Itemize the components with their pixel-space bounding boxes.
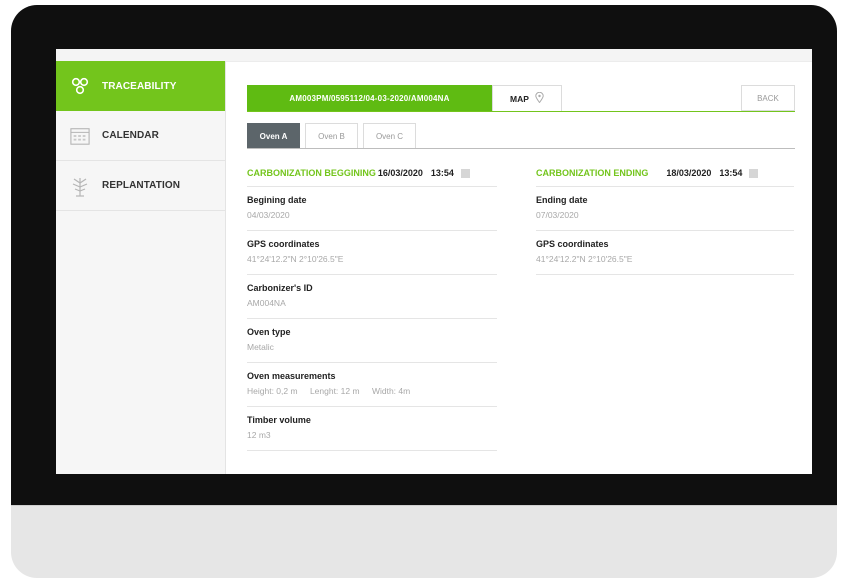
tab-oven-b[interactable]: Oven B bbox=[305, 123, 358, 148]
oven-tabs: Oven A Oven B Oven C bbox=[247, 123, 795, 149]
measure-width: Width: 4m bbox=[371, 386, 411, 396]
field-label: Begining date bbox=[247, 195, 307, 205]
sidebar: TRACEABILITY CALENDAR REPLANTATION bbox=[56, 61, 226, 474]
field-timber-volume: Timber volume 12 m3 bbox=[247, 407, 497, 451]
sidebar-item-replantation[interactable]: REPLANTATION bbox=[56, 161, 225, 211]
sidebar-item-label: REPLANTATION bbox=[102, 180, 181, 191]
tab-oven-c[interactable]: Oven C bbox=[363, 123, 416, 148]
edit-square-icon[interactable] bbox=[749, 168, 759, 178]
field-begining-date: Begining date 04/03/2020 bbox=[247, 187, 497, 231]
edit-square-icon[interactable] bbox=[460, 168, 470, 178]
field-value: 12 m3 bbox=[247, 430, 271, 440]
field-ending-date: Ending date 07/03/2020 bbox=[536, 187, 794, 231]
monitor-bezel: TRACEABILITY CALENDAR REPLANTATION AM003… bbox=[11, 5, 837, 505]
field-label: Timber volume bbox=[247, 415, 311, 425]
measure-length: Lenght: 12 m bbox=[309, 386, 360, 396]
field-value: Metalic bbox=[247, 342, 274, 352]
field-oven-measurements: Oven measurements Height: 0,2 m Lenght: … bbox=[247, 363, 497, 407]
field-gps-coordinates: GPS coordinates 41°24'12.2"N 2°10'26.5"E bbox=[247, 231, 497, 275]
carbonization-beginning-section: CARBONIZATION BEGGINING 16/03/2020 13:54… bbox=[247, 164, 497, 451]
field-value: 41°24'12.2"N 2°10'26.5"E bbox=[247, 254, 344, 264]
carbonization-ending-section: CARBONIZATION ENDING 18/03/2020 13:54 En… bbox=[536, 164, 794, 275]
map-tab[interactable]: MAP bbox=[492, 85, 562, 111]
field-value: Height: 0,2 m Lenght: 12 m Width: 4m bbox=[247, 386, 497, 396]
record-id-tab[interactable]: AM003PM/0595112/04-03-2020/AM004NA bbox=[247, 85, 492, 111]
tab-oven-a[interactable]: Oven A bbox=[247, 123, 300, 148]
back-button[interactable]: BACK bbox=[741, 85, 795, 111]
traceability-nodes-icon bbox=[70, 76, 90, 96]
record-tabs: AM003PM/0595112/04-03-2020/AM004NA MAP B… bbox=[247, 85, 795, 112]
sidebar-item-calendar[interactable]: CALENDAR bbox=[56, 111, 225, 161]
location-pin-icon bbox=[535, 91, 544, 105]
field-label: Oven type bbox=[247, 327, 291, 337]
section-date: 16/03/2020 bbox=[377, 168, 423, 178]
field-label: GPS coordinates bbox=[247, 239, 320, 249]
sidebar-item-label: TRACEABILITY bbox=[102, 80, 177, 92]
field-carbonizer-id: Carbonizer's ID AM004NA bbox=[247, 275, 497, 319]
field-value: AM004NA bbox=[247, 298, 286, 308]
sidebar-item-label: CALENDAR bbox=[102, 130, 159, 141]
field-label: Ending date bbox=[536, 195, 588, 205]
tree-icon bbox=[70, 176, 90, 197]
map-label: MAP bbox=[510, 93, 529, 104]
section-date: 18/03/2020 bbox=[666, 168, 712, 178]
section-time: 13:54 bbox=[719, 168, 743, 178]
field-label: Oven measurements bbox=[247, 371, 336, 381]
field-value: 41°24'12.2"N 2°10'26.5"E bbox=[536, 254, 633, 264]
section-time: 13:54 bbox=[430, 168, 454, 178]
field-value: 04/03/2020 bbox=[247, 210, 290, 220]
app-screen: TRACEABILITY CALENDAR REPLANTATION AM003… bbox=[56, 49, 812, 474]
field-label: Carbonizer's ID bbox=[247, 283, 313, 293]
section-title: CARBONIZATION BEGGINING bbox=[247, 168, 376, 178]
field-label: GPS coordinates bbox=[536, 239, 609, 249]
measure-height: Height: 0,2 m bbox=[247, 386, 298, 396]
sidebar-item-traceability[interactable]: TRACEABILITY bbox=[56, 61, 225, 111]
section-title: CARBONIZATION ENDING bbox=[536, 168, 649, 178]
field-value: 07/03/2020 bbox=[536, 210, 579, 220]
field-gps-coordinates: GPS coordinates 41°24'12.2"N 2°10'26.5"E bbox=[536, 231, 794, 275]
section-header: CARBONIZATION BEGGINING 16/03/2020 13:54 bbox=[247, 164, 497, 182]
field-oven-type: Oven type Metalic bbox=[247, 319, 497, 363]
calendar-icon bbox=[70, 126, 90, 146]
section-header: CARBONIZATION ENDING 18/03/2020 13:54 bbox=[536, 164, 794, 182]
monitor-chin bbox=[11, 505, 837, 578]
